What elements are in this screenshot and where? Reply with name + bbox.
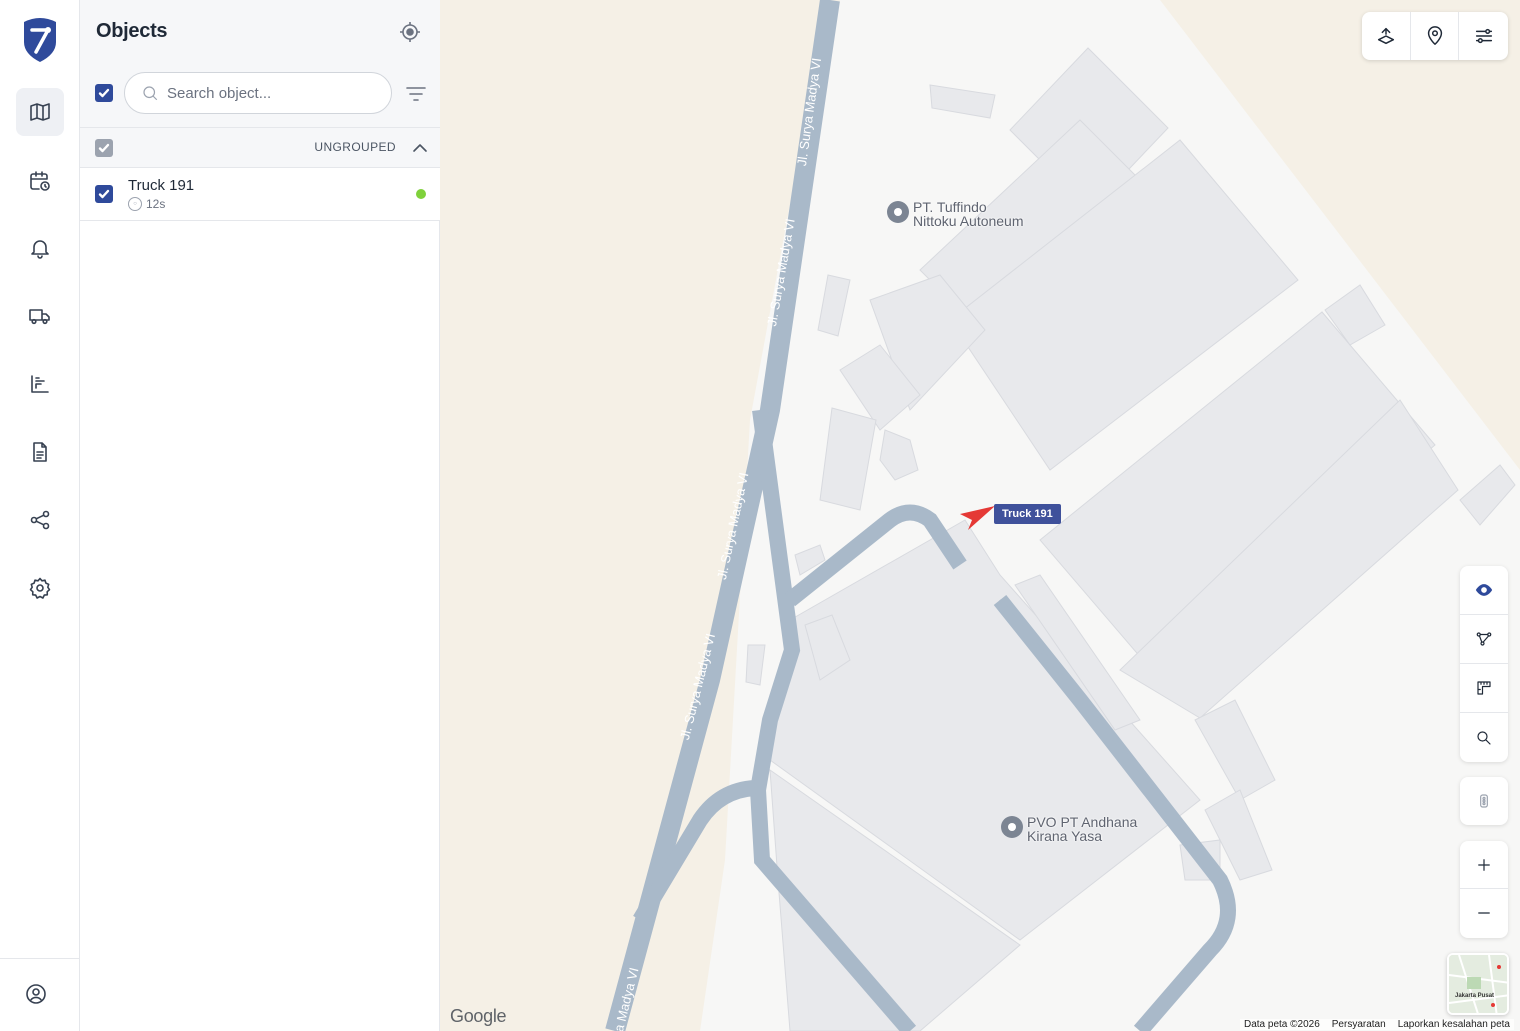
app-logo[interactable] (20, 16, 60, 62)
truck-icon (29, 309, 50, 325)
map-toolbar (1362, 12, 1508, 60)
nav-map[interactable] (16, 88, 64, 136)
nav-alerts[interactable] (16, 224, 64, 272)
calendar-clock-icon (30, 171, 50, 191)
group-label: UNGROUPED (314, 140, 396, 154)
minimap-graphic (1449, 955, 1507, 1013)
map-side-tools (1460, 566, 1508, 762)
nav-settings[interactable] (16, 564, 64, 612)
zoom-controls (1460, 841, 1508, 938)
user-circle-icon (26, 984, 46, 1004)
pin-icon (1427, 26, 1442, 45)
search-input[interactable] (167, 84, 377, 102)
traffic-light-icon (1480, 794, 1488, 808)
panel-title: Objects (96, 20, 168, 42)
minimap-label: Jakarta Pusat (1455, 993, 1495, 999)
map-type-thumbnail[interactable]: Jakarta Pusat (1447, 953, 1509, 1015)
eye-icon (1475, 584, 1493, 596)
map-search-button[interactable] (1460, 713, 1508, 762)
group-checkbox[interactable] (95, 139, 113, 157)
ruler-icon (1477, 681, 1491, 695)
map-attribution: Data peta ©2026 Persyaratan Laporkan kes… (1240, 1019, 1514, 1030)
object-row[interactable]: Truck 191 ○ 12s (80, 168, 440, 221)
search-icon (143, 86, 158, 101)
filter-icon[interactable] (404, 82, 428, 106)
nav-reports[interactable] (16, 360, 64, 408)
visibility-button[interactable] (1460, 566, 1508, 615)
document-icon (33, 442, 47, 462)
traffic-button[interactable] (1460, 777, 1508, 825)
map-canvas (605, 0, 1520, 1031)
poi-label[interactable]: PVO PT Andhana Kirana Yasa (1027, 815, 1137, 843)
bell-icon (31, 240, 49, 259)
object-checkbox[interactable] (95, 185, 113, 203)
map-view[interactable]: Jl. Surya Madya VI Jl. Surya Madya VI Jl… (440, 0, 1520, 1031)
poi-pin-1 (887, 201, 909, 223)
route-icon (1377, 27, 1394, 45)
objects-panel: Objects UNGROUPED Truck 191 ○ 12s (80, 0, 440, 1031)
map-icon (30, 103, 50, 121)
online-status-dot (416, 189, 426, 199)
ruler-button[interactable] (1460, 664, 1508, 713)
zoom-out-button[interactable] (1460, 889, 1508, 937)
bar-chart-icon (31, 375, 49, 393)
nav-share[interactable] (16, 496, 64, 544)
plus-icon (1478, 858, 1490, 871)
share-icon (30, 510, 50, 530)
panel-header: Objects (80, 0, 440, 127)
nav-rail (0, 0, 80, 1031)
poi-name-line: PVO PT Andhana (1027, 814, 1138, 830)
poi-name-line: PT. Tuffindo (913, 199, 987, 215)
poi-pin-2 (1001, 816, 1023, 838)
layers-toggle-button[interactable] (1459, 12, 1508, 60)
search-box (124, 72, 392, 114)
group-header[interactable]: UNGROUPED (80, 127, 440, 168)
pin-button[interactable] (1411, 12, 1460, 60)
nav-documents[interactable] (16, 428, 64, 476)
polyline-icon (1476, 632, 1492, 646)
report-error-link[interactable]: Laporkan kesalahan peta (1398, 1019, 1510, 1030)
select-all-checkbox[interactable] (95, 84, 113, 102)
object-last-update: 12s (146, 197, 166, 211)
nav-profile[interactable] (12, 970, 60, 1018)
speed-icon: ○ (128, 197, 142, 211)
object-meta: ○ 12s (128, 197, 165, 211)
object-name: Truck 191 (128, 177, 195, 194)
search-icon (1477, 730, 1491, 745)
chevron-up-icon[interactable] (410, 138, 430, 158)
nav-schedule[interactable] (16, 157, 64, 205)
polyline-button[interactable] (1460, 615, 1508, 664)
zoom-in-button[interactable] (1460, 841, 1508, 889)
gear-icon (29, 577, 51, 599)
poi-name-line: Nittoku Autoneum (913, 213, 1024, 229)
nav-vehicles[interactable] (16, 292, 64, 340)
layers-toggle-icon (1475, 28, 1492, 44)
map-data-credit: Data peta ©2026 (1244, 1019, 1320, 1030)
route-button[interactable] (1362, 12, 1411, 60)
minus-icon (1478, 912, 1490, 914)
google-logo: Google (450, 1006, 507, 1026)
poi-label[interactable]: PT. Tuffindo Nittoku Autoneum (913, 200, 1024, 228)
poi-name-line: Kirana Yasa (1027, 828, 1102, 844)
rail-divider (0, 958, 79, 959)
vehicle-label[interactable]: Truck 191 (994, 504, 1061, 524)
locate-icon[interactable] (398, 20, 422, 44)
terms-link[interactable]: Persyaratan (1332, 1019, 1386, 1030)
